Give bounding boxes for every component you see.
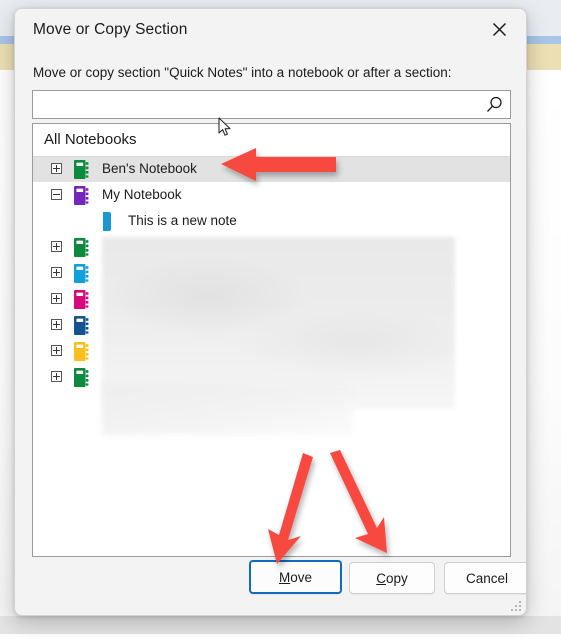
list-header-all-notebooks: All Notebooks bbox=[33, 124, 510, 156]
notebook-list[interactable]: All Notebooks Ben's Notebook My Notebook T… bbox=[32, 123, 511, 557]
notebook-icon bbox=[74, 316, 89, 335]
notebook-list-item[interactable]: This is a new note bbox=[33, 208, 510, 234]
notebook-list-item-label: My Notebook bbox=[102, 187, 182, 202]
notebook-icon bbox=[74, 290, 89, 309]
notebook-list-item-label: This is a new note bbox=[128, 213, 237, 228]
collapse-icon[interactable] bbox=[51, 189, 62, 200]
notebook-list-item[interactable] bbox=[33, 260, 510, 286]
search-icon[interactable] bbox=[485, 95, 505, 115]
search-input[interactable] bbox=[33, 91, 483, 118]
move-button[interactable]: Move bbox=[249, 560, 342, 594]
dialog-title: Move or Copy Section bbox=[33, 21, 188, 38]
expand-icon[interactable] bbox=[51, 371, 62, 382]
expand-icon[interactable] bbox=[51, 163, 62, 174]
backdrop-bottom-bar bbox=[0, 616, 561, 634]
section-icon bbox=[103, 212, 111, 231]
search-field-wrapper bbox=[32, 90, 511, 119]
resize-grip[interactable] bbox=[508, 598, 521, 611]
expand-icon[interactable] bbox=[51, 319, 62, 330]
move-or-copy-section-dialog: Move or Copy Section Move or copy sectio… bbox=[14, 8, 527, 616]
notebook-tree: Ben's Notebook My Notebook This is a new n… bbox=[33, 156, 510, 390]
button-label: Move bbox=[278, 569, 313, 585]
notebook-list-item-label: Ben's Notebook bbox=[102, 161, 197, 176]
notebook-list-item[interactable] bbox=[33, 312, 510, 338]
copy-button[interactable]: Copy bbox=[349, 562, 435, 594]
notebook-list-item[interactable]: My Notebook bbox=[33, 182, 510, 208]
notebook-icon bbox=[74, 160, 89, 179]
dialog-instruction: Move or copy section "Quick Notes" into … bbox=[33, 65, 452, 80]
expand-icon[interactable] bbox=[51, 293, 62, 304]
expand-icon[interactable] bbox=[51, 241, 62, 252]
notebook-icon bbox=[74, 238, 89, 257]
dialog-titlebar: Move or Copy Section bbox=[15, 9, 526, 53]
close-icon[interactable] bbox=[476, 9, 522, 49]
notebook-list-item[interactable]: Ben's Notebook bbox=[33, 156, 510, 182]
notebook-list-item[interactable] bbox=[33, 286, 510, 312]
mouse-cursor bbox=[218, 117, 232, 137]
notebook-list-item[interactable] bbox=[33, 338, 510, 364]
notebook-list-item[interactable] bbox=[33, 364, 510, 390]
cancel-button[interactable]: Cancel bbox=[444, 562, 526, 594]
expand-icon[interactable] bbox=[51, 267, 62, 278]
notebook-icon bbox=[74, 368, 89, 387]
notebook-icon bbox=[74, 264, 89, 283]
notebook-list-item[interactable] bbox=[33, 234, 510, 260]
notebook-icon bbox=[74, 342, 89, 361]
notebook-icon bbox=[74, 186, 89, 205]
button-label: Copy bbox=[376, 570, 408, 586]
button-label: Cancel bbox=[465, 570, 509, 586]
expand-icon[interactable] bbox=[51, 345, 62, 356]
